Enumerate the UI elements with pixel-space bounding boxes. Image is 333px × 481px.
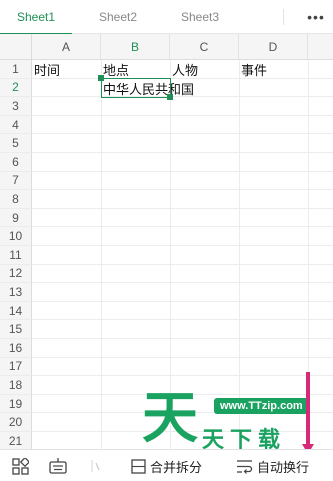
row-header-8[interactable]: 8 [0, 190, 32, 209]
merge-icon [131, 458, 146, 474]
cell-a1[interactable]: 时间 [33, 60, 60, 78]
row-header-7[interactable]: 7 [0, 171, 32, 191]
row-gridline [32, 133, 333, 135]
row-header-13[interactable]: 13 [0, 283, 32, 302]
scroll-marker [306, 372, 310, 446]
merge-split-label: 合并拆分 [150, 459, 203, 475]
auto-wrap-button[interactable]: 自动换行 [236, 450, 309, 481]
row-gridline [32, 207, 333, 209]
row-header-12[interactable]: 12 [0, 264, 32, 284]
more-horizontal-icon: ••• [307, 9, 325, 25]
tab-sheet2[interactable]: Sheet2 [82, 0, 154, 34]
row-header-9[interactable]: 9 [0, 208, 32, 228]
selected-cell-border [101, 78, 171, 98]
bottom-toolbar: 合并拆分 自动换行 [0, 449, 333, 481]
fill-icon[interactable] [88, 458, 106, 474]
row-header-11[interactable]: 11 [0, 246, 32, 265]
row-header-16[interactable]: 16 [0, 339, 32, 358]
row-header-21[interactable]: 21 [0, 432, 32, 449]
row-gridline [32, 393, 333, 395]
row-header-4[interactable]: 4 [0, 115, 32, 135]
row-gridline [32, 226, 333, 228]
apps-icon[interactable] [11, 457, 29, 475]
row-gridline [32, 170, 333, 172]
row-header-6[interactable]: 6 [0, 153, 32, 172]
selection-handle-bottom-right[interactable] [167, 94, 173, 100]
row-header-15[interactable]: 15 [0, 320, 32, 339]
row-gridline [32, 356, 333, 358]
cell-d1[interactable]: 事件 [240, 60, 267, 78]
row-gridline [32, 412, 333, 414]
row-gridline [32, 245, 333, 246]
row-header-20[interactable]: 20 [0, 413, 32, 432]
cell-b1[interactable]: 地点 [102, 60, 129, 78]
column-header-d[interactable]: D [239, 34, 308, 60]
column-gridline [101, 60, 102, 449]
row-gridline [32, 189, 333, 191]
row-header-19[interactable]: 19 [0, 394, 32, 414]
row-gridline [32, 319, 333, 321]
row-gridline [32, 375, 333, 377]
sheet-tab-bar: Sheet1 Sheet2 Sheet3 ••• [0, 0, 333, 35]
row-header-1[interactable]: 1 [0, 60, 32, 79]
column-gridline [170, 60, 171, 449]
row-header-14[interactable]: 14 [0, 301, 32, 321]
tab-divider [283, 9, 284, 25]
more-options-button[interactable]: ••• [299, 0, 333, 34]
row-header-2[interactable]: 2 [0, 78, 32, 98]
row-gridline [32, 152, 333, 153]
merge-split-button[interactable]: 合并拆分 [131, 450, 202, 481]
cell-c1[interactable]: 人物 [171, 60, 198, 78]
spreadsheet-grid[interactable]: A B C D 1 2 3 4 5 6 7 8 9 10 11 12 13 14 15 16 17 18 19 20 2… [0, 34, 333, 449]
row-gridline [32, 300, 333, 302]
row-header-10[interactable]: 10 [0, 227, 32, 246]
tab-sheet3[interactable]: Sheet3 [164, 0, 236, 34]
wrap-text-icon [237, 459, 253, 474]
row-gridline [32, 282, 333, 284]
keyboard-icon[interactable] [49, 458, 67, 474]
tab-sheet1[interactable]: Sheet1 [0, 0, 72, 35]
select-all-corner[interactable] [0, 34, 32, 60]
column-header-a[interactable]: A [32, 34, 101, 60]
row-header-18[interactable]: 18 [0, 376, 32, 395]
column-header-c[interactable]: C [170, 34, 239, 60]
column-gridline [239, 60, 240, 449]
row-header-3[interactable]: 3 [0, 97, 32, 116]
row-gridline [32, 338, 333, 339]
row-gridline [32, 431, 333, 432]
column-header-e[interactable] [308, 34, 333, 60]
auto-wrap-label: 自动换行 [257, 459, 310, 475]
row-gridline [32, 114, 333, 116]
row-header-5[interactable]: 5 [0, 134, 32, 153]
column-header-b[interactable]: B [101, 34, 170, 60]
row-header-17[interactable]: 17 [0, 357, 32, 377]
row-gridline [32, 263, 333, 265]
selection-handle-top-left[interactable] [98, 75, 104, 81]
